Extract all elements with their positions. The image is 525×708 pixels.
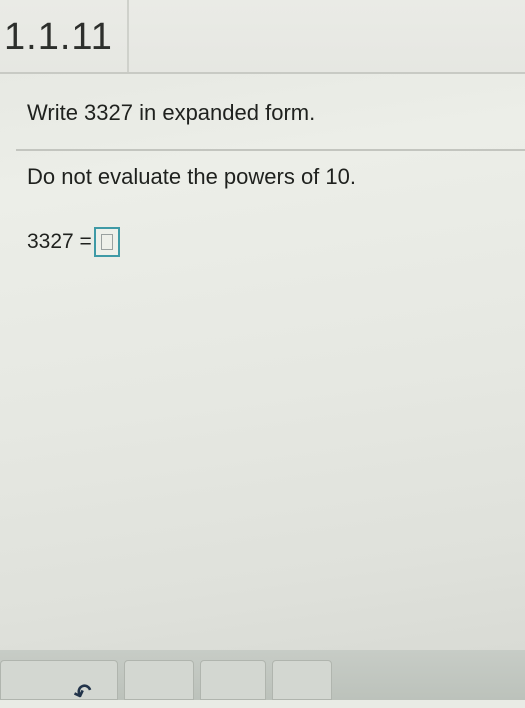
problem-number: 1.1.11 [4,16,113,58]
problem-header: 1.1.11 [0,0,525,72]
toolbar-button-4[interactable] [272,660,332,700]
header-divider-line [0,72,525,74]
header-divider [127,0,129,72]
answer-input-box[interactable] [93,227,120,257]
toolbar-button-3[interactable] [200,660,266,700]
equation-row: 3327 = [27,226,120,258]
question-instruction: Write 3327 in expanded form. [27,100,316,125]
section-divider [16,149,525,151]
undo-button[interactable] [0,660,118,700]
equation-label: 3327 = [27,230,92,253]
screen: 1.1.11 Write 3327 in expanded form. Do n… [0,0,525,707]
answer-input-field[interactable] [100,234,113,250]
toolbar-button-2[interactable] [124,660,194,700]
question-sub-instruction: Do not evaluate the powers of 10. [27,164,356,189]
